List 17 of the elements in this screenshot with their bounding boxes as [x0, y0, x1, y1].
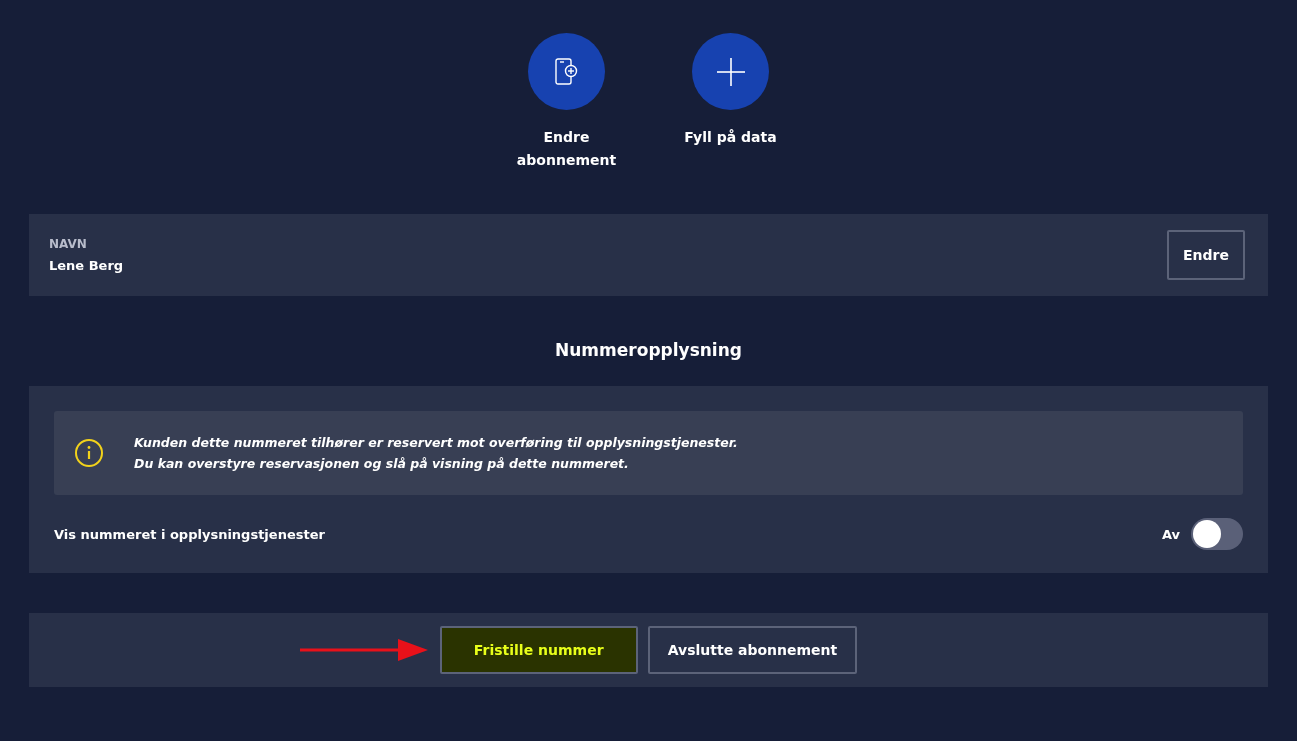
info-text: Kunden dette nummeret tilhører er reservert mot overføring til opplysningstjenester.: [134, 435, 738, 450]
toggle-state: Av: [1161, 526, 1180, 542]
arrow-icon: [299, 639, 428, 661]
info-icon: [74, 438, 104, 468]
action-button[interactable]: Fyll på data: [670, 33, 791, 172]
field-value: Lene Berg: [49, 258, 124, 273]
field-label: NAVN: [49, 237, 88, 251]
toggle-switch[interactable]: [1191, 518, 1243, 550]
setting-label: Vis nummeret i opplysningstjenester: [54, 526, 325, 542]
plus-icon: [715, 56, 746, 87]
edit-button[interactable]: Endre: [1167, 230, 1245, 280]
action-button[interactable]: Fristille nummer: [439, 626, 638, 674]
section-heading: Nummeropplysning: [554, 340, 743, 360]
info-text: Du kan overstyre reservasjonen og slå på visning på dette nummeret.: [134, 456, 630, 471]
action-button[interactable]: Endre abonnement: [506, 33, 627, 172]
action-button[interactable]: Avslutte abonnement: [647, 626, 858, 674]
phone-plus-icon: [554, 57, 579, 86]
